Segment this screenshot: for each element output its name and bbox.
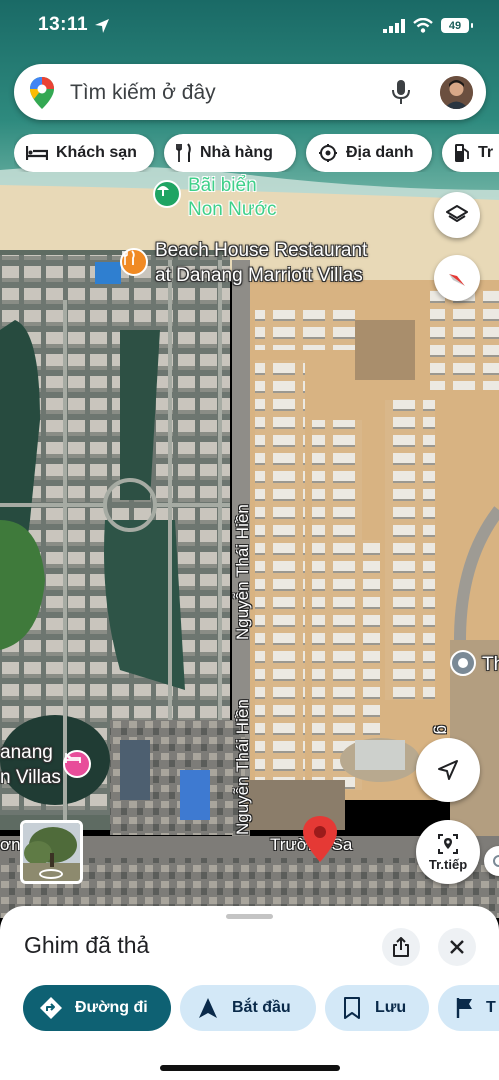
navigation-arrow-icon xyxy=(438,760,458,780)
status-bar: 13:11 49 xyxy=(0,0,499,56)
close-icon xyxy=(450,940,464,954)
chip-hotels-label: Khách sạn xyxy=(56,144,137,161)
umbrella-icon xyxy=(157,186,169,196)
avatar[interactable] xyxy=(440,76,473,109)
beach-label-line1[interactable]: Bãi biển xyxy=(188,175,257,198)
location-arrow-icon xyxy=(95,19,109,33)
sheet-title: Ghim đã thả xyxy=(24,932,150,958)
share-icon xyxy=(393,937,409,957)
dropped-pin-icon[interactable] xyxy=(303,816,337,862)
status-icons: 49 xyxy=(383,18,473,33)
compass-button[interactable] xyxy=(434,255,480,301)
search-input[interactable]: Tìm kiếm ở đây xyxy=(70,81,216,105)
beach-pin[interactable] xyxy=(153,180,181,208)
navigation-arrow-icon xyxy=(199,998,217,1018)
start-button[interactable]: Bắt đầu xyxy=(180,985,316,1031)
landmark-icon xyxy=(319,144,337,162)
chip-hotels[interactable]: Khách sạn xyxy=(14,134,154,172)
restaurant-label-line2[interactable]: at Danang Marriott Villas xyxy=(155,265,363,288)
avatar-photo xyxy=(440,76,473,109)
chip-landmarks-label: Địa danh xyxy=(346,144,414,161)
street-view-thumbnail[interactable] xyxy=(20,820,83,884)
right-edge-street-label: g xyxy=(433,725,452,735)
signal-icon xyxy=(383,18,405,33)
my-location-button[interactable] xyxy=(416,738,480,802)
category-chips: Khách sạn Nhà hàng Địa danh Tr xyxy=(14,134,499,172)
left-edge-street-label: ơn xyxy=(0,835,21,854)
layers-button[interactable] xyxy=(434,192,480,238)
fork-knife-icon xyxy=(122,250,135,265)
right-edge-poi-pin[interactable] xyxy=(450,650,476,676)
google-maps-logo-icon xyxy=(30,77,54,109)
status-time: 13:11 xyxy=(38,14,89,35)
beach-label-line2[interactable]: Non Nước xyxy=(188,199,277,222)
restaurant-pin[interactable] xyxy=(120,248,148,276)
bed-icon xyxy=(26,146,48,160)
home-indicator[interactable] xyxy=(160,1065,340,1071)
street-label-nguyen-thai-hien-1: Nguyễn Thái Hiền xyxy=(233,504,252,640)
right-edge-poi-label[interactable]: Th xyxy=(482,654,499,677)
chip-restaurants-label: Nhà hàng xyxy=(200,144,273,161)
live-view-label: Tr.tiếp xyxy=(428,856,468,872)
edge-dot-icon xyxy=(493,855,499,867)
hotel-label-line2[interactable]: n Villas xyxy=(0,767,61,790)
restaurant-icon xyxy=(176,143,191,162)
rotate-360-icon xyxy=(39,869,63,879)
sheet-drag-handle[interactable] xyxy=(226,914,273,919)
chip-gas-stations[interactable]: Tr xyxy=(442,134,499,172)
wifi-icon xyxy=(413,18,433,33)
search-bar[interactable]: Tìm kiếm ở đây xyxy=(14,64,486,120)
microphone-icon[interactable] xyxy=(392,79,410,105)
flag-icon xyxy=(456,998,472,1018)
layers-icon xyxy=(446,205,468,222)
flag-button[interactable]: T xyxy=(438,985,499,1031)
chip-landmarks[interactable]: Địa danh xyxy=(306,134,432,172)
gas-station-icon xyxy=(455,144,469,162)
save-label: Lưu xyxy=(375,999,407,1016)
bed-icon xyxy=(65,753,81,763)
street-label-nguyen-thai-hien-2: Nguyễn Thái Hiền xyxy=(233,699,252,835)
directions-icon xyxy=(40,997,62,1019)
bookmark-icon xyxy=(344,997,360,1019)
battery-icon: 49 xyxy=(441,18,473,33)
hotel-label-line1[interactable]: anang xyxy=(0,742,53,765)
flag-label: T xyxy=(486,999,496,1016)
live-view-button[interactable]: Tr.tiếp xyxy=(416,820,480,884)
hotel-pin[interactable] xyxy=(63,750,91,778)
directions-button[interactable]: Đường đi xyxy=(23,985,171,1031)
close-button[interactable] xyxy=(438,928,476,966)
live-view-icon xyxy=(438,833,458,854)
save-button[interactable]: Lưu xyxy=(325,985,429,1031)
battery-level: 49 xyxy=(448,19,462,32)
share-button[interactable] xyxy=(382,928,420,966)
chip-gas-stations-label: Tr xyxy=(478,144,494,161)
chip-restaurants[interactable]: Nhà hàng xyxy=(164,134,296,172)
directions-label: Đường đi xyxy=(75,999,148,1016)
compass-icon xyxy=(449,274,465,286)
start-label: Bắt đầu xyxy=(232,999,291,1016)
restaurant-label-line1[interactable]: Beach House Restaurant xyxy=(155,240,367,263)
